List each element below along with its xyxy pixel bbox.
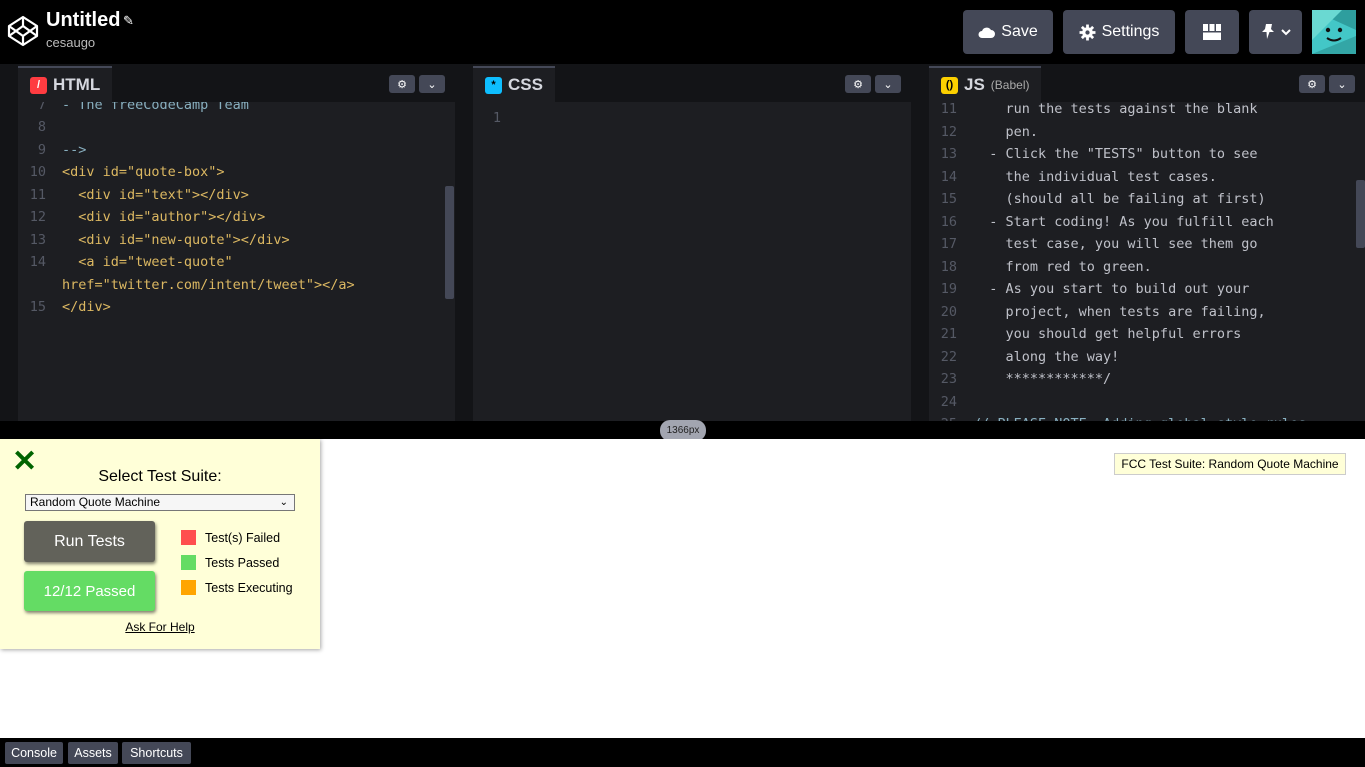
pen-title[interactable]: Untitled bbox=[46, 9, 120, 32]
tab-html[interactable]: / HTML bbox=[18, 66, 113, 102]
html-tab-label: HTML bbox=[53, 75, 101, 94]
editor-area: / HTML ⚙ ⌄ 7- The freeCodeCamp Team 8 9-… bbox=[0, 64, 1365, 421]
fcc-suite-tooltip: FCC Test Suite: Random Quote Machine bbox=[1114, 453, 1346, 475]
js-code-editor[interactable]: 11 run the tests against the blank 12 pe… bbox=[929, 102, 1365, 421]
js-settings-icon[interactable]: ⚙ bbox=[1299, 75, 1325, 93]
executing-swatch bbox=[181, 580, 196, 595]
legend-item: Tests Passed bbox=[181, 555, 279, 570]
select-suite-label: Select Test Suite: bbox=[98, 468, 222, 485]
pin-button[interactable] bbox=[1249, 10, 1302, 54]
layout-icon bbox=[1203, 24, 1221, 40]
css-chevron-down-icon[interactable]: ⌄ bbox=[875, 75, 901, 93]
assets-button[interactable]: Assets bbox=[68, 742, 118, 764]
css-badge-icon: * bbox=[485, 76, 502, 94]
html-settings-icon[interactable]: ⚙ bbox=[389, 75, 415, 93]
failed-swatch bbox=[181, 530, 196, 545]
fcc-test-panel: ✕ Select Test Suite: Random Quote Machin… bbox=[0, 439, 320, 649]
pencil-icon[interactable]: ✎ bbox=[123, 13, 134, 29]
legend-item: Test(s) Failed bbox=[181, 530, 280, 545]
ask-for-help-link[interactable]: Ask For Help bbox=[0, 620, 320, 634]
pin-icon bbox=[1261, 24, 1274, 39]
html-badge-icon: / bbox=[30, 76, 47, 94]
legend-label: Tests Executing bbox=[205, 580, 293, 595]
css-pane-header: * CSS ⚙ ⌄ bbox=[473, 64, 911, 102]
html-editor-pane: / HTML ⚙ ⌄ 7- The freeCodeCamp Team 8 9-… bbox=[18, 64, 455, 421]
preview-pane: ✕ Select Test Suite: Random Quote Machin… bbox=[0, 439, 1365, 738]
js-badge-icon: () bbox=[941, 76, 958, 94]
pen-owner[interactable]: cesaugo bbox=[46, 35, 95, 50]
css-code-editor[interactable]: 1 bbox=[473, 102, 911, 421]
shortcuts-button[interactable]: Shortcuts bbox=[122, 742, 191, 764]
cloud-icon bbox=[978, 27, 996, 38]
html-chevron-down-icon[interactable]: ⌄ bbox=[419, 75, 445, 93]
gear-icon bbox=[1079, 24, 1096, 40]
codepen-logo-icon[interactable] bbox=[7, 15, 39, 47]
js-tab-sublabel: (Babel) bbox=[990, 78, 1030, 92]
console-button[interactable]: Console bbox=[5, 742, 63, 764]
js-tab-label: JS bbox=[964, 75, 985, 94]
chevron-down-icon bbox=[1280, 28, 1291, 35]
js-editor-pane: () JS (Babel) ⚙ ⌄ 11 run the tests again… bbox=[929, 64, 1365, 421]
css-editor-pane: * CSS ⚙ ⌄ 1 bbox=[473, 64, 911, 421]
html-code-editor[interactable]: 7- The freeCodeCamp Team 8 9 --> 10 <div i… bbox=[18, 102, 455, 421]
top-bar: Untitled ✎ cesaugo Save Settings bbox=[0, 0, 1365, 64]
bottom-bar: Console Assets Shortcuts bbox=[0, 738, 1365, 767]
settings-label: Settings bbox=[1101, 23, 1160, 40]
html-scrollbar[interactable] bbox=[445, 186, 454, 299]
chevron-down-icon: ⌄ bbox=[279, 497, 288, 508]
test-results-button[interactable]: 12/12 Passed bbox=[24, 571, 155, 611]
save-label: Save bbox=[1001, 23, 1038, 40]
legend-label: Test(s) Failed bbox=[205, 530, 281, 545]
js-scrollbar[interactable] bbox=[1356, 180, 1365, 248]
tab-js[interactable]: () JS (Babel) bbox=[929, 66, 1042, 102]
change-view-button[interactable] bbox=[1185, 10, 1239, 54]
selected-suite: Random Quote Machine bbox=[30, 495, 161, 509]
css-tab-label: CSS bbox=[508, 75, 543, 94]
test-suite-select[interactable]: Random Quote Machine ⌄ bbox=[25, 494, 295, 511]
legend-label: Tests Passed bbox=[205, 555, 280, 570]
tab-css[interactable]: * CSS bbox=[473, 66, 555, 102]
settings-button[interactable]: Settings bbox=[1063, 10, 1175, 54]
run-tests-button[interactable]: Run Tests bbox=[24, 521, 155, 562]
js-pane-header: () JS (Babel) ⚙ ⌄ bbox=[929, 64, 1365, 102]
js-chevron-down-icon[interactable]: ⌄ bbox=[1329, 75, 1355, 93]
html-pane-header: / HTML ⚙ ⌄ bbox=[18, 64, 455, 102]
passed-swatch bbox=[181, 555, 196, 570]
css-settings-icon[interactable]: ⚙ bbox=[845, 75, 871, 93]
user-avatar[interactable] bbox=[1312, 10, 1356, 54]
save-button[interactable]: Save bbox=[963, 10, 1053, 54]
legend-item: Tests Executing bbox=[181, 580, 293, 595]
preview-width-indicator: 1366px bbox=[660, 420, 706, 441]
